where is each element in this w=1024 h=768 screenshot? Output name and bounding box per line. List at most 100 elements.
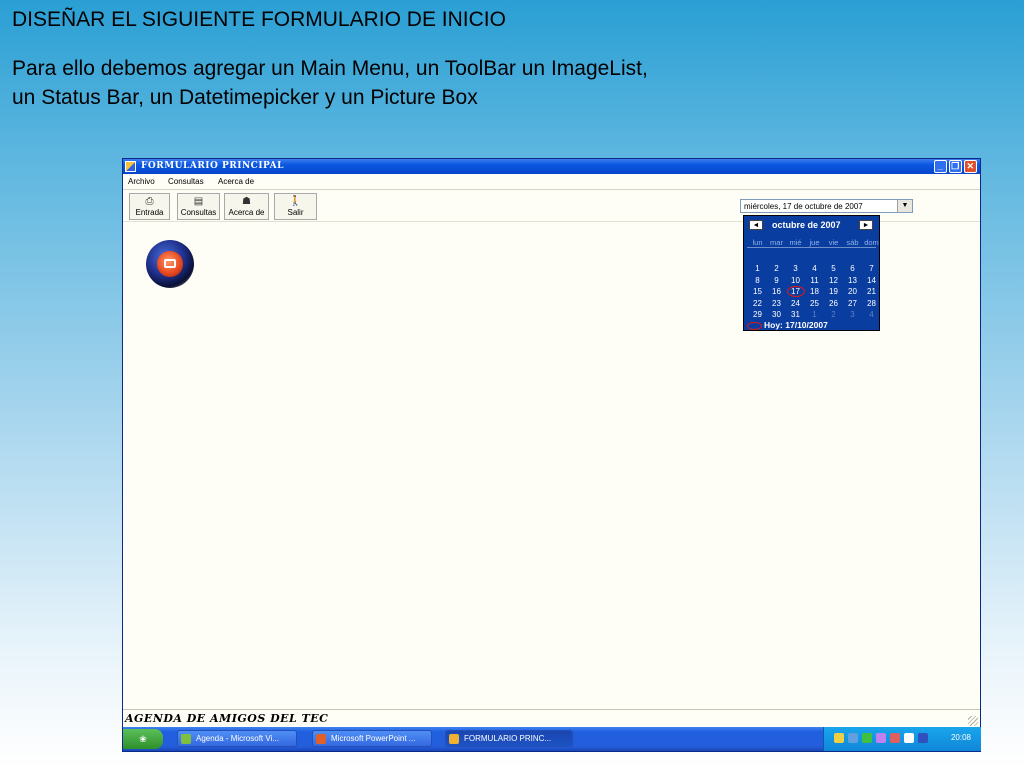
slide-body: Para ello debemos agregar un Main Menu, …	[12, 57, 648, 109]
calendar-day[interactable]: 21	[862, 287, 881, 296]
calendar-day[interactable]: 1	[748, 264, 767, 273]
taskbar-item-label: Agenda - Microsoft Vi...	[196, 734, 279, 743]
slide-title: DISEÑAR EL SIGUIENTE FORMULARIO DE INICI…	[12, 8, 506, 31]
taskbar-item-agenda[interactable]: Agenda - Microsoft Vi...	[177, 730, 297, 747]
calendar-day[interactable]: 1	[805, 310, 824, 319]
exit-person-icon: 🚶	[289, 196, 302, 207]
maximize-button[interactable]: ❐	[949, 160, 962, 173]
start-button[interactable]: ❀	[123, 729, 163, 749]
windows-taskbar: ❀ Agenda - Microsoft Vi... Microsoft Pow…	[123, 727, 981, 751]
speaker-icon[interactable]	[904, 733, 914, 743]
status-bar: AGENDA DE AMIGOS DEL TEC	[123, 709, 980, 728]
calendar-day[interactable]: 15	[748, 287, 767, 296]
status-panel-text: AGENDA DE AMIGOS DEL TEC	[125, 712, 329, 725]
dropdown-arrow-icon[interactable]: ▼	[897, 200, 912, 212]
weekday-header: mié	[789, 238, 802, 247]
weekday-header: mar	[770, 238, 783, 247]
tv-logo-icon	[157, 251, 183, 277]
main-form-window: FORMULARIO PRINCIPAL _ ❐ ✕ Archivo Consu…	[123, 159, 981, 751]
taskbar-item-formulario[interactable]: FORMULARIO PRINC...	[445, 730, 573, 747]
calendar-day[interactable]: 16	[767, 287, 786, 296]
app-icon	[125, 161, 136, 172]
weekday-header: vie	[828, 238, 839, 247]
toolbar-button-label: Consultas	[180, 208, 217, 217]
calendar-day[interactable]: 20	[843, 287, 862, 296]
menu-consultas[interactable]: Consultas	[168, 177, 204, 186]
calendar-day[interactable]: 6	[843, 264, 862, 273]
calendar-day[interactable]: 8	[748, 276, 767, 285]
visual-studio-tray-icon[interactable]	[918, 733, 928, 743]
calendar-day[interactable]: 25	[805, 299, 824, 308]
datetimepicker-value: miércoles, 17 de octubre de 2007	[744, 202, 863, 211]
calendar-day[interactable]: 29	[748, 310, 767, 319]
calendar-day[interactable]: 18	[805, 287, 824, 296]
powerpoint-icon	[316, 734, 326, 744]
taskbar-clock: 20:08	[950, 733, 971, 742]
calendar-day[interactable]: 30	[767, 310, 786, 319]
calendar-day[interactable]: 13	[843, 276, 862, 285]
resize-grip-icon[interactable]	[968, 716, 978, 726]
weekday-divider	[747, 247, 876, 248]
calendar-day[interactable]: 2	[824, 310, 843, 319]
calendar-day[interactable]: 5	[824, 264, 843, 273]
calendar-day[interactable]: 26	[824, 299, 843, 308]
calendar-month-label[interactable]: octubre de 2007	[772, 220, 841, 230]
system-tray: 20:08	[823, 727, 981, 751]
calendar-day[interactable]: 3	[843, 310, 862, 319]
calendar-day[interactable]: 3	[786, 264, 805, 273]
calendar-day[interactable]: 4	[862, 310, 881, 319]
calendar-day[interactable]: 28	[862, 299, 881, 308]
toolbar-button-label: Acerca de	[228, 208, 265, 217]
datetimepicker[interactable]: miércoles, 17 de octubre de 2007 ▼	[740, 199, 913, 213]
tray-app-icon[interactable]	[890, 733, 900, 743]
weekday-header: sáb	[846, 238, 859, 247]
antivirus-icon[interactable]	[862, 733, 872, 743]
menu-archivo[interactable]: Archivo	[128, 177, 155, 186]
minimize-button[interactable]: _	[934, 160, 947, 173]
calendar-day[interactable]: 9	[767, 276, 786, 285]
toolbar-entrada-button[interactable]: ⎙ Entrada	[129, 193, 170, 220]
weekday-header: jue	[809, 238, 820, 247]
toolbar-button-label: Salir	[287, 208, 304, 217]
shield-icon[interactable]	[834, 733, 844, 743]
toolbar-acerca-de-button[interactable]: ☗ Acerca de	[224, 193, 269, 220]
calendar-day[interactable]: 14	[862, 276, 881, 285]
today-label: Hoy: 17/10/2007	[764, 320, 828, 330]
weekday-header: dom	[864, 238, 879, 247]
network-icon[interactable]	[848, 733, 858, 743]
form-app-icon	[449, 734, 459, 744]
today-circle-icon	[747, 321, 762, 330]
calendar-day[interactable]: 12	[824, 276, 843, 285]
next-month-button[interactable]: ►	[859, 220, 873, 230]
calendar-day[interactable]: 24	[786, 299, 805, 308]
calendar-day[interactable]: 22	[748, 299, 767, 308]
calendar-day[interactable]: 2	[767, 264, 786, 273]
graduation-cap-icon: ☗	[242, 196, 251, 207]
today-link[interactable]: Hoy: 17/10/2007	[747, 320, 828, 330]
toolbar-button-label: Entrada	[135, 208, 164, 217]
calendar-day[interactable]: 11	[805, 276, 824, 285]
calendar-day[interactable]: 23	[767, 299, 786, 308]
window-titlebar[interactable]: FORMULARIO PRINCIPAL _ ❐ ✕	[123, 159, 980, 174]
taskbar-item-powerpoint[interactable]: Microsoft PowerPoint ...	[312, 730, 432, 747]
calendar-day[interactable]: 27	[843, 299, 862, 308]
calendar-day[interactable]: 31	[786, 310, 805, 319]
toolbar-salir-button[interactable]: 🚶 Salir	[274, 193, 317, 220]
picture-box	[146, 240, 194, 288]
calendar-day[interactable]: 19	[824, 287, 843, 296]
calendar-day[interactable]: 4	[805, 264, 824, 273]
login-icon: ⎙	[145, 196, 154, 207]
toolbar-consultas-button[interactable]: ▤ Consultas	[177, 193, 220, 220]
selected-day-circle	[787, 286, 805, 297]
calendar-day[interactable]: 10	[786, 276, 805, 285]
menu-acerca-de[interactable]: Acerca de	[218, 177, 254, 186]
taskbar-item-label: Microsoft PowerPoint ...	[331, 734, 416, 743]
query-icon: ▤	[193, 196, 204, 207]
calendar-day[interactable]: 7	[862, 264, 881, 273]
weekday-header: lun	[752, 238, 763, 247]
month-calendar-dropdown[interactable]: ◄ octubre de 2007 ► lun mar mié jue vie sáb do…	[743, 215, 880, 331]
window-title: FORMULARIO PRINCIPAL	[141, 161, 284, 171]
messenger-icon[interactable]	[876, 733, 886, 743]
prev-month-button[interactable]: ◄	[749, 220, 763, 230]
close-button[interactable]: ✕	[964, 160, 977, 173]
